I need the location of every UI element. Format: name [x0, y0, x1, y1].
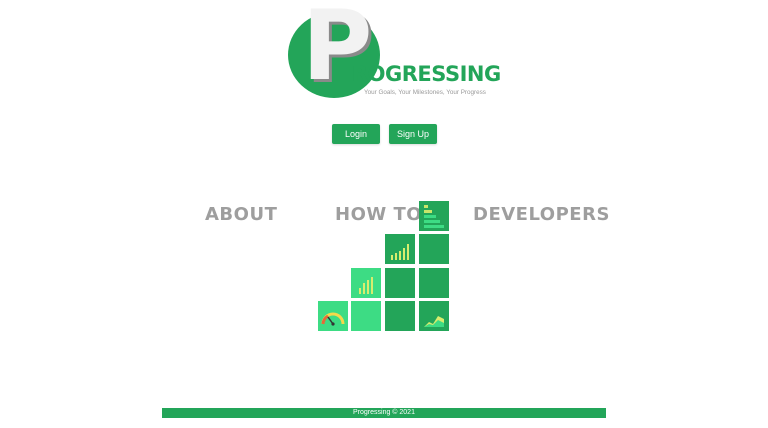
tile-speedometer	[318, 301, 348, 331]
login-button[interactable]: Login	[332, 124, 380, 144]
footer: Progressing © 2021	[162, 408, 606, 418]
nav-how-to[interactable]: HOW TO	[335, 203, 422, 227]
level-bars-icon	[424, 205, 444, 228]
area-chart-icon	[424, 316, 444, 327]
speedometer-icon	[321, 312, 345, 326]
bar-chart-small-icon	[359, 277, 373, 294]
tile-top	[419, 201, 449, 231]
signup-button[interactable]: Sign Up	[389, 124, 437, 144]
tile-plain	[351, 301, 381, 331]
tile-plain	[419, 268, 449, 298]
tile-small-bar-chart	[351, 268, 381, 298]
tile-bar-chart	[385, 234, 415, 264]
tile-plain	[385, 301, 415, 331]
nav-developers[interactable]: DEVELOPERS	[473, 203, 610, 227]
nav-about[interactable]: ABOUT	[205, 203, 277, 227]
logo-tagline: Your Goals, Your Milestones, Your Progre…	[364, 89, 486, 96]
tile-plain	[419, 234, 449, 264]
logo-wordmark: ROGRESSING	[352, 62, 501, 86]
footer-text: Progressing © 2021	[353, 409, 415, 416]
tile-area-chart	[419, 301, 449, 331]
logo: P ROGRESSING Your Goals, Your Milestones…	[288, 0, 501, 102]
tile-plain	[385, 268, 415, 298]
bar-chart-icon	[391, 244, 409, 260]
